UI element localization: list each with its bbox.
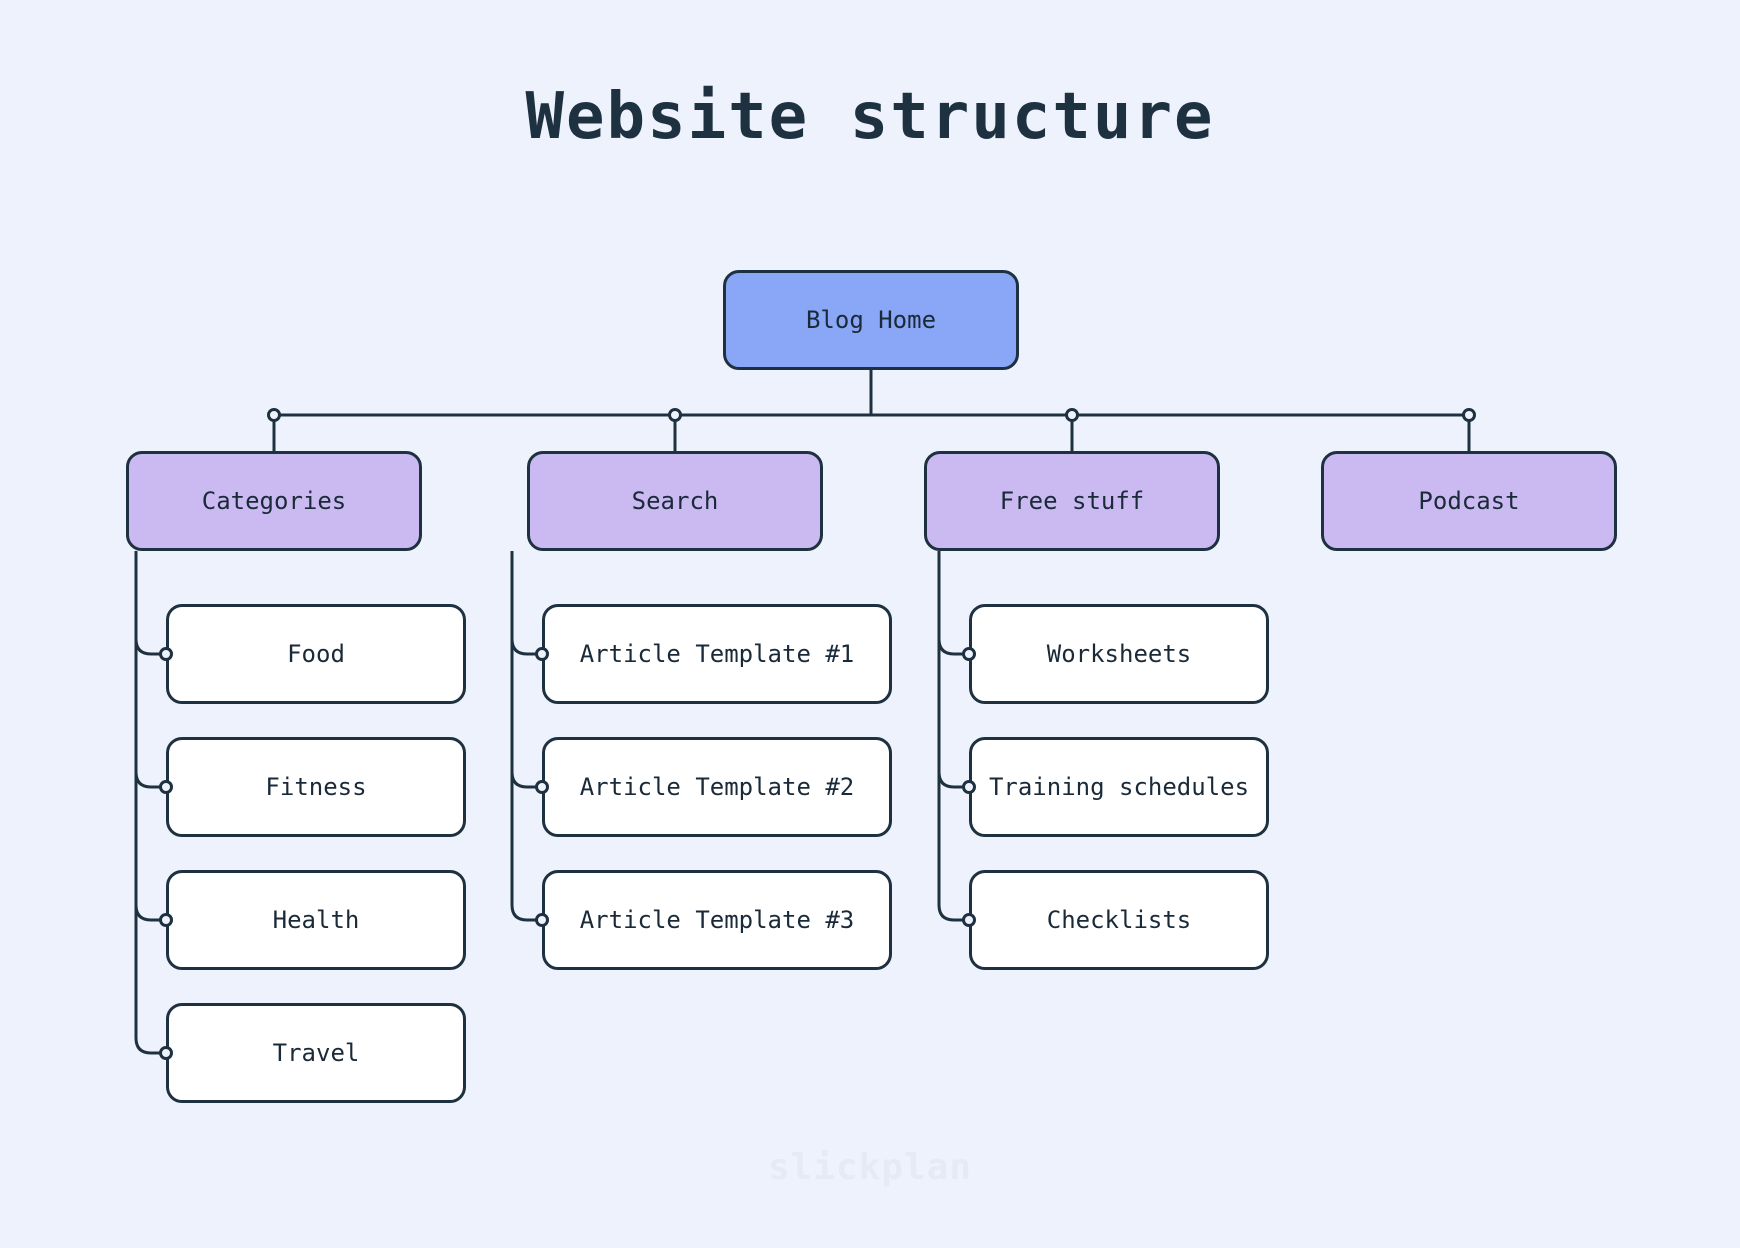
node-label: Health — [273, 906, 360, 934]
node-label: Food — [287, 640, 345, 668]
connector-dot — [535, 780, 549, 794]
node-label: Worksheets — [1047, 640, 1192, 668]
connector-dot — [535, 647, 549, 661]
node-label: Checklists — [1047, 906, 1192, 934]
node-categories: Categories — [126, 451, 422, 551]
connector-dot — [962, 780, 976, 794]
node-label: Fitness — [265, 773, 366, 801]
node-training-schedules: Training schedules — [969, 737, 1269, 837]
diagram-title: Website structure — [0, 80, 1740, 154]
node-article-template-3: Article Template #3 — [542, 870, 892, 970]
connector-dot — [962, 913, 976, 927]
connector-dot — [159, 780, 173, 794]
watermark: slickplan — [768, 1147, 972, 1188]
connector-dot — [1462, 408, 1476, 422]
connector-dot — [159, 913, 173, 927]
node-search: Search — [527, 451, 823, 551]
node-label: Blog Home — [806, 306, 936, 334]
node-label: Article Template #3 — [580, 906, 855, 934]
connector-dot — [159, 1046, 173, 1060]
node-food: Food — [166, 604, 466, 704]
node-health: Health — [166, 870, 466, 970]
connector-dot — [1065, 408, 1079, 422]
connector-dot — [267, 408, 281, 422]
node-travel: Travel — [166, 1003, 466, 1103]
connector-dot — [962, 647, 976, 661]
node-label: Travel — [273, 1039, 360, 1067]
diagram-canvas: Website structure Blog Home Categories S… — [0, 0, 1740, 1248]
connector-dot — [159, 647, 173, 661]
node-worksheets: Worksheets — [969, 604, 1269, 704]
node-label: Training schedules — [989, 773, 1249, 801]
node-label: Search — [632, 487, 719, 515]
node-blog-home: Blog Home — [723, 270, 1019, 370]
connector-dot — [535, 913, 549, 927]
node-label: Article Template #2 — [580, 773, 855, 801]
node-free-stuff: Free stuff — [924, 451, 1220, 551]
node-label: Categories — [202, 487, 347, 515]
node-checklists: Checklists — [969, 870, 1269, 970]
node-label: Podcast — [1418, 487, 1519, 515]
node-podcast: Podcast — [1321, 451, 1617, 551]
node-article-template-2: Article Template #2 — [542, 737, 892, 837]
connector-dot — [668, 408, 682, 422]
node-fitness: Fitness — [166, 737, 466, 837]
node-label: Article Template #1 — [580, 640, 855, 668]
node-label: Free stuff — [1000, 487, 1145, 515]
node-article-template-1: Article Template #1 — [542, 604, 892, 704]
